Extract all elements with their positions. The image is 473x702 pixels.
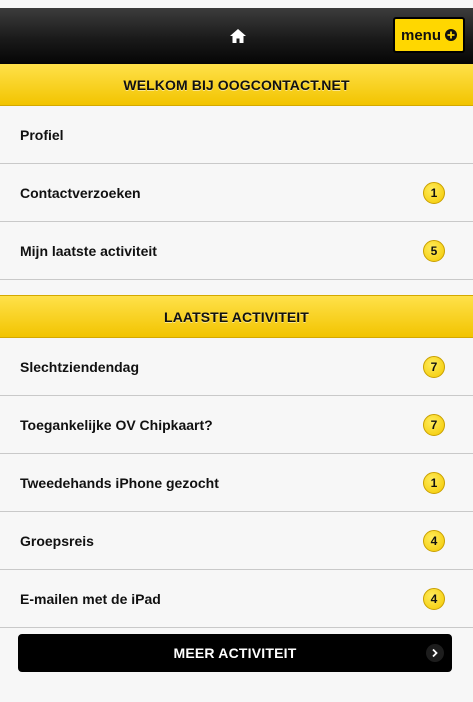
plus-circle-icon <box>445 29 457 41</box>
list-item-label: Profiel <box>20 126 64 143</box>
list-item-contactverzoeken[interactable]: Contactverzoeken 1 <box>0 164 473 222</box>
section-spacer <box>0 280 473 296</box>
count-badge: 7 <box>423 355 445 378</box>
home-icon <box>230 29 246 43</box>
count-badge: 7 <box>423 413 445 436</box>
more-wrapper: MEER ACTIVITEIT <box>0 628 473 672</box>
home-button[interactable] <box>228 26 248 46</box>
list-item-label: E-mailen met de iPad <box>20 590 161 607</box>
more-activity-label: MEER ACTIVITEIT <box>173 645 297 661</box>
menu-button[interactable]: menu <box>393 17 465 53</box>
list-item-mijn-laatste-activiteit[interactable]: Mijn laatste activiteit 5 <box>0 222 473 280</box>
count-badge: 4 <box>423 587 445 610</box>
list-item-activity[interactable]: E-mailen met de iPad 4 <box>0 570 473 628</box>
list-item-label: Toegankelijke OV Chipkaart? <box>20 416 213 433</box>
list-item-activity[interactable]: Groepsreis 4 <box>0 512 473 570</box>
chevron-right-icon <box>426 644 444 662</box>
count-badge: 1 <box>423 471 445 494</box>
welcome-header: WELKOM BIJ OOGCONTACT.NET <box>0 64 473 106</box>
activity-header: LAATSTE ACTIVITEIT <box>0 296 473 338</box>
list-item-activity[interactable]: Tweedehands iPhone gezocht 1 <box>0 454 473 512</box>
more-activity-button[interactable]: MEER ACTIVITEIT <box>18 634 452 672</box>
top-bar: menu <box>0 0 473 64</box>
welcome-list: Profiel Contactverzoeken 1 Mijn laatste … <box>0 106 473 280</box>
list-item-label: Tweedehands iPhone gezocht <box>20 474 219 491</box>
count-badge: 1 <box>423 181 445 204</box>
list-item-activity[interactable]: Slechtziendendag 7 <box>0 338 473 396</box>
list-item-label: Slechtziendendag <box>20 358 140 375</box>
count-badge: 4 <box>423 529 445 552</box>
list-item-label: Contactverzoeken <box>20 184 141 201</box>
count-badge: 5 <box>423 239 445 262</box>
list-item-activity[interactable]: Toegankelijke OV Chipkaart? 7 <box>0 396 473 454</box>
list-item-profiel[interactable]: Profiel <box>0 106 473 164</box>
menu-label: menu <box>400 26 441 44</box>
activity-list: Slechtziendendag 7 Toegankelijke OV Chip… <box>0 338 473 628</box>
list-item-label: Groepsreis <box>20 532 94 549</box>
list-item-label: Mijn laatste activiteit <box>20 242 157 259</box>
